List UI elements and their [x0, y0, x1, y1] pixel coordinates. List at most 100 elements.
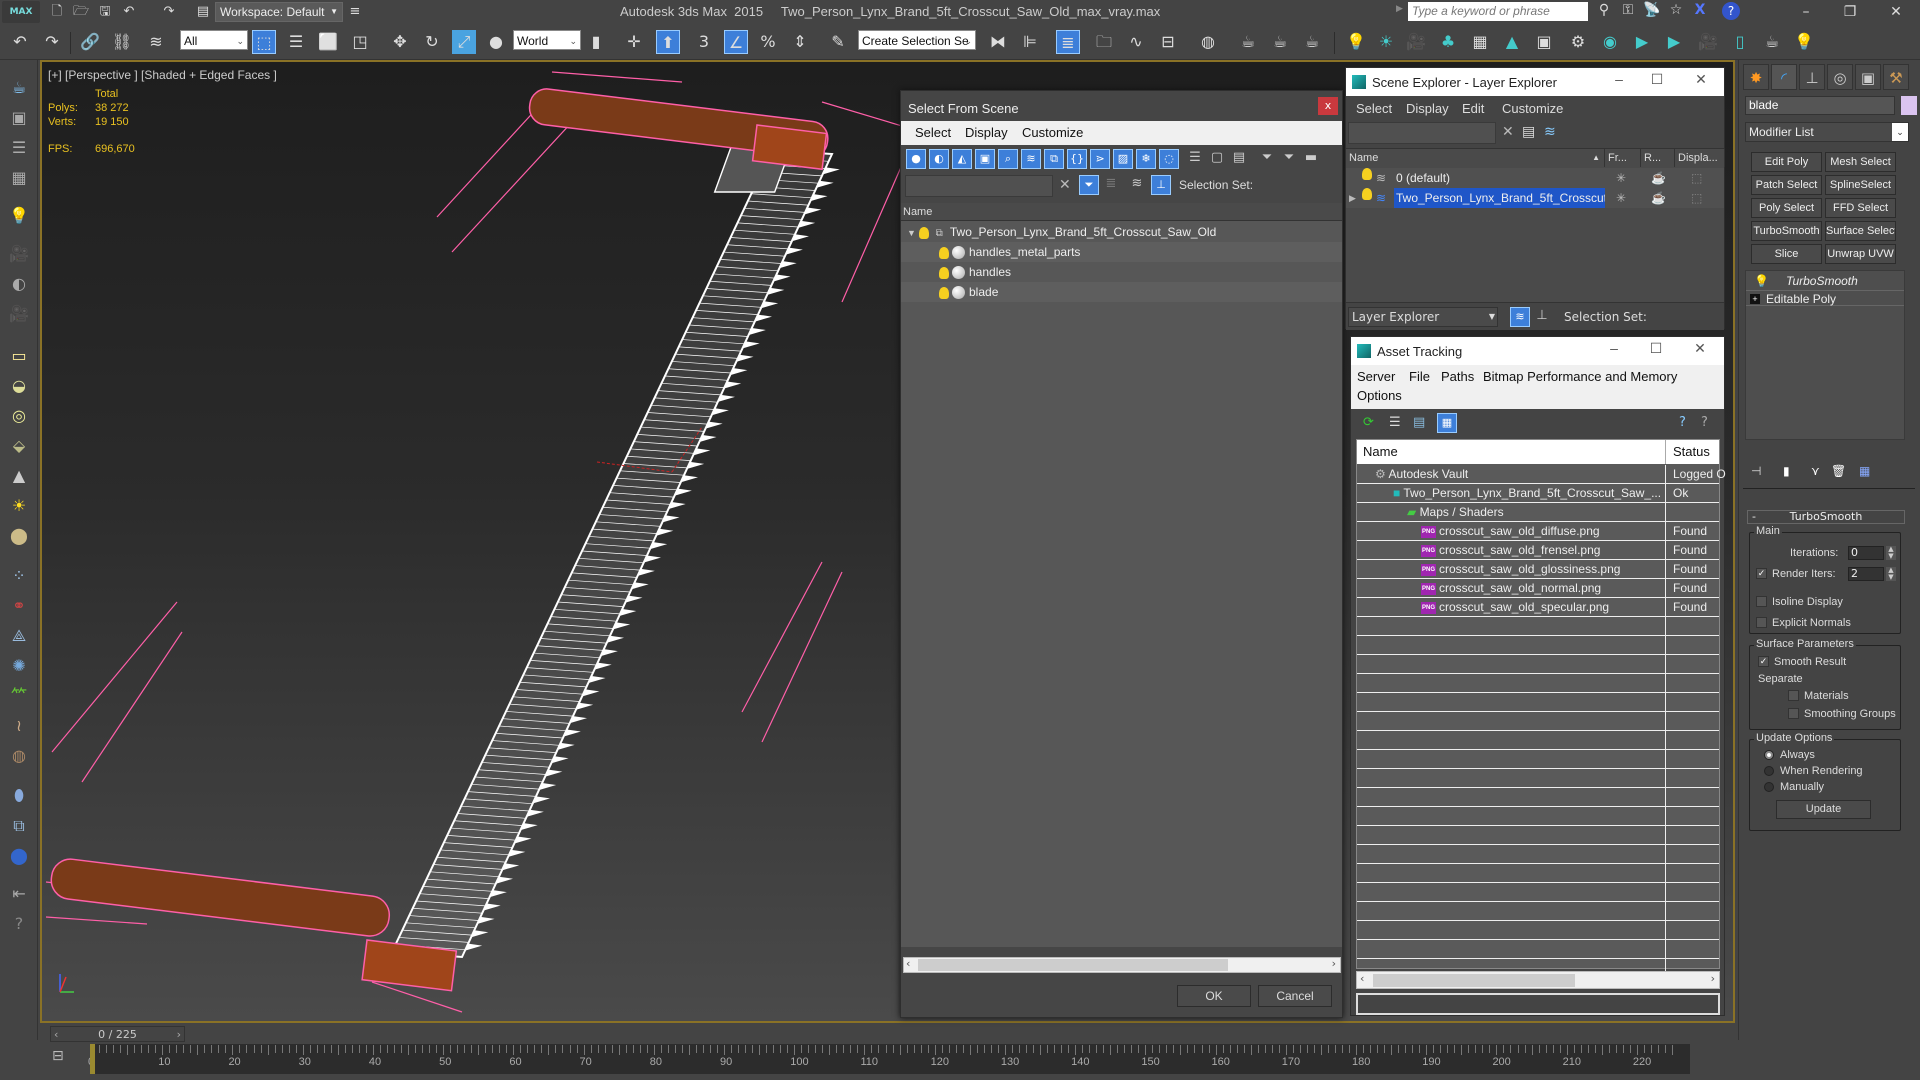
current-frame-marker[interactable] — [90, 1044, 95, 1074]
close-button[interactable]: ✕ — [1689, 340, 1711, 357]
project-folder-icon[interactable]: ▤ — [194, 3, 212, 21]
menu-options[interactable]: Options — [1357, 388, 1402, 403]
horizontal-scrollbar[interactable]: ‹ › — [1356, 971, 1720, 989]
window-crossing-icon[interactable]: ◳ — [348, 30, 372, 54]
mirror-icon[interactable]: ⧓ — [986, 30, 1010, 54]
display-all-icon[interactable]: ☰ — [1185, 149, 1205, 169]
cone-light-icon[interactable]: ▲ — [7, 464, 31, 488]
teapot-create-icon[interactable]: ☕ — [7, 76, 31, 100]
layer-row[interactable]: ≋ 0 (default) ✳ ☕ ⬚ — [1346, 168, 1724, 188]
pin-stack-icon[interactable]: ⊣ — [1751, 464, 1761, 478]
render-teapot-icon[interactable]: ☕ — [1651, 168, 1666, 188]
satellite-icon[interactable]: 📡 — [1642, 2, 1662, 18]
cancel-button[interactable]: Cancel — [1258, 985, 1332, 1007]
menu-select[interactable]: Select — [1356, 101, 1392, 116]
expand-plus-icon[interactable]: + — [1750, 294, 1760, 304]
advanced-filter-icon[interactable]: ⏷ — [1279, 149, 1299, 169]
align-icon[interactable]: ⊫ — [1018, 30, 1042, 54]
move-icon[interactable]: ✥ — [388, 30, 412, 54]
binoculars-icon[interactable]: ⚲ — [1594, 2, 1614, 18]
hierarchy-icon[interactable]: ⊥ — [1151, 175, 1171, 195]
shapes-filter-icon[interactable]: ◐ — [929, 149, 949, 169]
table-view-icon[interactable]: ▦ — [1437, 413, 1457, 433]
vray-plane-icon[interactable]: ⟁ — [7, 624, 31, 648]
vray-interactive-icon[interactable]: ▶ — [1662, 30, 1686, 54]
frozen-filter-icon[interactable]: ❄ — [1136, 149, 1156, 169]
vray-render-elem-icon[interactable]: ⬤ — [7, 844, 31, 868]
layer-filter-icon[interactable]: ≣ — [1101, 175, 1121, 195]
rendered-frame-window-icon[interactable]: ☕ — [1268, 30, 1292, 54]
display-box-icon[interactable]: ⬚ — [1691, 188, 1702, 208]
render-iters-spinner[interactable]: 2 — [1848, 567, 1884, 581]
freeze-icon[interactable]: ✳ — [1616, 168, 1626, 188]
helpers-filter-icon[interactable]: ⌕ — [998, 149, 1018, 169]
import-icon[interactable]: ⇤ — [7, 882, 31, 906]
patch-select-button[interactable]: Patch Select — [1751, 175, 1822, 195]
teapot-icon[interactable]: ☕ — [1760, 30, 1784, 54]
visibility-bulb-icon[interactable] — [939, 246, 949, 259]
asset-row[interactable]: ■ Two_Person_Lynx_Brand_5ft_Crosscut_Saw… — [1357, 484, 1719, 503]
hidden-filter-icon[interactable]: ◌ — [1159, 149, 1179, 169]
groups-filter-icon[interactable]: ⧉ — [1044, 149, 1064, 169]
turbosmooth-button[interactable]: TurboSmooth — [1751, 221, 1822, 241]
redo-icon[interactable]: ↷ — [40, 30, 64, 54]
close-button[interactable]: x — [1318, 97, 1338, 115]
hierarchy-view-icon[interactable]: ⊥ — [1532, 307, 1552, 327]
menu-display[interactable]: Display — [1406, 101, 1449, 116]
restore-button[interactable]: ❐ — [1830, 0, 1870, 24]
layer-row-selected[interactable]: ▶ ≋ Two_Person_Lynx_Brand_5ft_Crosscut..… — [1346, 188, 1724, 208]
column-header-display[interactable]: Displa... — [1675, 149, 1725, 167]
visibility-bulb-icon[interactable] — [1362, 188, 1372, 200]
scrollbar-thumb[interactable] — [1373, 974, 1575, 987]
ornatrix-icon[interactable]: ◍ — [7, 744, 31, 768]
asset-row[interactable]: PNG crosscut_saw_old_normal.png Found — [1357, 579, 1719, 598]
pivot-center-icon[interactable]: ▮ — [584, 30, 608, 54]
exchange-icon[interactable]: X — [1690, 2, 1710, 18]
select-object-icon[interactable]: ⬚ — [252, 30, 276, 54]
keyboard-shortcut-override-icon[interactable]: ⬆ — [656, 30, 680, 54]
metaball-icon[interactable]: ⚭ — [7, 594, 31, 618]
horizontal-scrollbar[interactable]: ‹ › — [903, 957, 1341, 973]
column-divider[interactable] — [1665, 440, 1666, 464]
curve-editor-icon[interactable]: ∿ — [1124, 30, 1148, 54]
tree-row[interactable]: handles — [901, 262, 1342, 282]
reference-coord-dropdown[interactable]: World ⌄ — [513, 30, 581, 50]
isoline-display-checkbox[interactable] — [1756, 596, 1767, 607]
save-file-icon[interactable]: 🖫 — [96, 3, 114, 21]
material-browser-icon[interactable]: ⧉ — [7, 814, 31, 838]
sun-icon[interactable]: ☀ — [7, 494, 31, 518]
vray-camera-add-icon[interactable]: 🎥 — [1696, 30, 1720, 54]
smoothing-groups-checkbox[interactable] — [1788, 708, 1799, 719]
scroll-right-icon[interactable]: › — [1332, 957, 1336, 970]
tree-row[interactable]: blade — [901, 282, 1342, 302]
new-file-icon[interactable]: 🗋 — [48, 3, 66, 21]
select-by-name-icon[interactable]: ☰ — [284, 30, 308, 54]
layer-manager-icon[interactable]: ≣ — [1056, 30, 1080, 54]
edit-poly-button[interactable]: Edit Poly — [1751, 152, 1822, 172]
vray-proxy-icon[interactable]: ⁘ — [7, 564, 31, 588]
next-frame-icon[interactable]: › — [177, 1027, 181, 1042]
scale-icon[interactable]: ⤢ — [452, 30, 476, 54]
unwrap-uvw-button[interactable]: Unwrap UVW — [1825, 244, 1896, 264]
materials-checkbox[interactable] — [1788, 690, 1799, 701]
search-input[interactable]: Type a keyword or phrase — [1408, 2, 1588, 21]
explicit-normals-checkbox[interactable] — [1756, 617, 1767, 628]
remove-modifier-icon[interactable]: 🗑 — [1831, 464, 1846, 478]
scroll-left-icon[interactable]: ‹ — [1360, 972, 1364, 985]
render-iters-spinner-arrows[interactable]: ▲ ▼ — [1886, 567, 1896, 581]
stack-item-turbosmooth[interactable]: 💡 TurboSmooth — [1746, 273, 1904, 289]
asset-row[interactable]: ⚙ Autodesk Vault Logged O — [1357, 465, 1726, 484]
render-setup-icon[interactable]: ☕ — [1236, 30, 1260, 54]
filter-icon[interactable]: ⏷ — [1257, 149, 1277, 169]
asset-row[interactable]: ▰ Maps / Shaders — [1357, 503, 1719, 522]
menu-server[interactable]: Server — [1357, 369, 1395, 384]
key-icon[interactable]: ⚿ — [1618, 2, 1638, 18]
ok-button[interactable]: OK — [1177, 985, 1251, 1007]
spacewarps-filter-icon[interactable]: ≋ — [1021, 149, 1041, 169]
video-camera-icon[interactable]: 🎥 — [7, 302, 31, 326]
minimize-button[interactable]: – — [1786, 0, 1826, 24]
clear-find-icon[interactable]: ✕ — [1059, 177, 1071, 193]
refresh-icon[interactable]: ⟳ — [1363, 415, 1374, 430]
show-end-result-icon[interactable]: ▮ — [1783, 464, 1790, 478]
column-header-name[interactable]: Name — [1363, 440, 1398, 464]
